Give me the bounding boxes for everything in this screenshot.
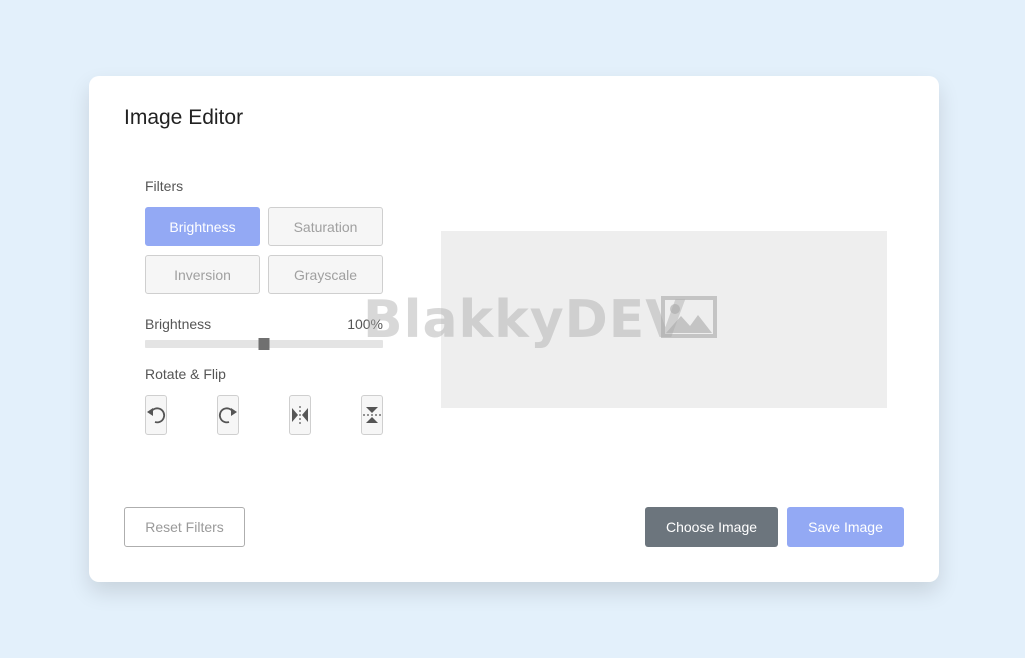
brightness-filter-button[interactable]: Brightness: [145, 207, 260, 246]
brightness-slider[interactable]: [145, 338, 383, 350]
save-image-button[interactable]: Save Image: [787, 507, 904, 547]
filter-options: Brightness Saturation Inversion Grayscal…: [145, 207, 383, 294]
editor-controls: Filters Brightness Saturation Inversion …: [145, 178, 383, 435]
rotate-flip-options: [145, 395, 383, 435]
flip-horizontal-icon: [290, 405, 310, 425]
image-preview: [441, 231, 887, 408]
grayscale-filter-button[interactable]: Grayscale: [268, 255, 383, 294]
flip-horizontal-button[interactable]: [289, 395, 311, 435]
inversion-filter-button[interactable]: Inversion: [145, 255, 260, 294]
rotate-right-button[interactable]: [217, 395, 239, 435]
flip-vertical-icon: [362, 405, 382, 425]
slider-thumb[interactable]: [258, 338, 270, 350]
flip-vertical-button[interactable]: [361, 395, 383, 435]
image-editor-card: Image Editor Filters Brightness Saturati…: [89, 76, 939, 582]
page-title: Image Editor: [124, 106, 244, 129]
filters-label: Filters: [145, 178, 184, 194]
slider-info: Brightness 100%: [145, 316, 383, 332]
saturation-filter-button[interactable]: Saturation: [268, 207, 383, 246]
rotate-left-button[interactable]: [145, 395, 167, 435]
rotate-right-icon: [218, 405, 238, 425]
choose-image-button[interactable]: Choose Image: [645, 507, 778, 547]
reset-filters-button[interactable]: Reset Filters: [124, 507, 245, 547]
rotate-left-icon: [146, 405, 166, 425]
slider-name: Brightness: [145, 316, 212, 332]
rotate-flip-label: Rotate & Flip: [145, 366, 226, 382]
slider-value: 100%: [347, 316, 383, 332]
